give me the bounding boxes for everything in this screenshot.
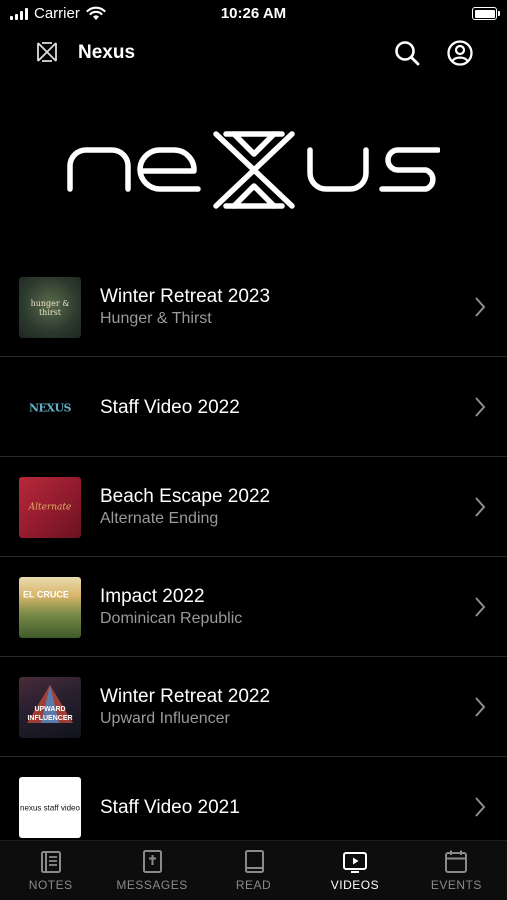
tab-label: READ [235,878,272,892]
chevron-right-icon [475,597,486,617]
chevron-right-icon [475,297,486,317]
status-bar: Carrier 10:26 AM [0,0,507,30]
tab-label: MESSAGES [116,878,188,892]
list-item[interactable]: UPWARD INFLUENCER Winter Retreat 2022 Up… [0,657,507,757]
list-item-text: Winter Retreat 2022 Upward Influencer [100,685,270,729]
list-item-title: Staff Video 2021 [100,797,240,818]
search-icon[interactable] [393,39,421,67]
list-item-text: Staff Video 2021 [100,796,240,819]
tab-events[interactable]: EVENTS [406,841,507,900]
list-item-text: Winter Retreat 2023 Hunger & Thirst [100,285,270,329]
thumbnail-text: EL CRUCE [23,589,69,600]
list-item-text: Impact 2022 Dominican Republic [100,585,242,629]
tab-label: VIDEOS [330,878,380,892]
chevron-right-icon [475,797,486,817]
list-item-title: Winter Retreat 2023 [100,286,271,307]
nexus-logo-icon[interactable] [36,41,58,63]
nav-bar: Nexus [0,30,507,76]
bible-icon [143,850,163,873]
thumbnail-text: NEXUS [28,401,72,414]
tab-bar: NOTES MESSAGES READ VIDEOS EVENTS [0,840,507,900]
video-icon [342,852,367,873]
status-time: 10:26 AM [220,5,287,22]
thumbnail-text: hunger & thirst [30,298,70,317]
list-item-subtitle: Upward Influencer [100,710,230,727]
battery-icon [472,7,500,20]
book-icon [244,850,264,873]
list-item[interactable]: NEXUS Staff Video 2022 [0,357,507,457]
list-item-title: Staff Video 2022 [100,397,240,418]
tab-videos[interactable]: VIDEOS [304,841,405,900]
list-item-title: Beach Escape 2022 [100,486,271,507]
list-item-subtitle: Hunger & Thirst [100,310,212,327]
list-item-text: Beach Escape 2022 Alternate Ending [100,485,270,529]
chevron-right-icon [475,397,486,417]
list-item[interactable]: EL CRUCE Impact 2022 Dominican Republic [0,557,507,657]
list-item[interactable]: hunger & thirst Winter Retreat 2023 Hung… [0,257,507,357]
video-thumbnail: nexus staff video [19,777,81,838]
tab-label: EVENTS [430,878,482,892]
calendar-icon [445,850,468,873]
app-title: Nexus [78,42,136,63]
notes-icon [40,851,61,873]
video-thumbnail: NEXUS [19,377,81,438]
tab-label: NOTES [28,878,73,892]
video-list: hunger & thirst Winter Retreat 2023 Hung… [0,257,507,857]
video-thumbnail: EL CRUCE [19,577,81,638]
account-icon[interactable] [446,39,474,67]
video-thumbnail: UPWARD INFLUENCER [19,677,81,738]
thumbnail-text: Alternate [28,502,72,512]
list-item-subtitle: Dominican Republic [100,610,243,627]
list-item-subtitle: Alternate Ending [100,510,219,527]
tab-messages[interactable]: MESSAGES [101,841,202,900]
nexus-wordmark-logo [67,131,440,209]
thumbnail-text: nexus staff video [20,803,80,812]
video-thumbnail: Alternate [19,477,81,538]
video-thumbnail: hunger & thirst [19,277,81,338]
thumbnail-text: UPWARD INFLUENCER [27,705,73,722]
list-item[interactable]: Alternate Beach Escape 2022 Alternate En… [0,457,507,557]
list-item-text: Staff Video 2022 [100,396,240,419]
list-item-title: Impact 2022 [100,586,205,607]
chevron-right-icon [475,497,486,517]
chevron-right-icon [475,697,486,717]
tab-read[interactable]: READ [203,841,304,900]
list-item-title: Winter Retreat 2022 [100,686,271,707]
tab-notes[interactable]: NOTES [0,841,101,900]
